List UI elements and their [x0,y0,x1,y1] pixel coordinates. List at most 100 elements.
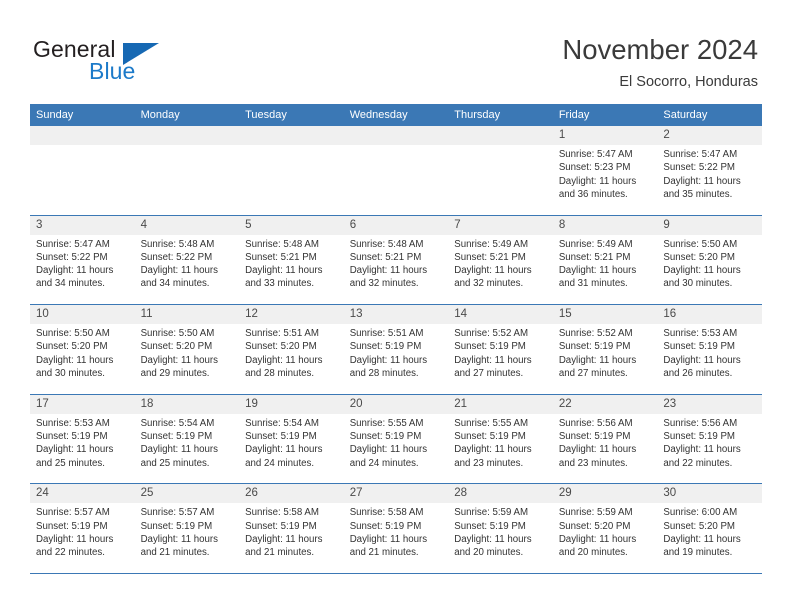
weekday-header-friday: Friday [558,109,590,121]
sunset-time: Sunset: 5:19 PM [245,431,317,443]
day-details: Sunrise: 5:47 AM Sunset: 5:22 PM Daylight:… [30,235,135,291]
calendar-day-cell[interactable]: 9 Sunrise: 5:50 AM Sunset: 5:20 PM Daylight… [657,215,762,305]
calendar-day-cell[interactable]: 7 Sunrise: 5:49 AM Sunset: 5:21 PM Daylight… [448,215,553,305]
daylight-duration-line2: and 33 minutes. [245,278,315,290]
sunrise-time: Sunrise: 5:48 AM [349,238,424,250]
calendar-week-row: 24 Sunrise: 5:57 AM Sunset: 5:19 PM Dayligh… [30,484,762,574]
sunrise-time: Sunrise: 5:52 AM [454,328,529,340]
day-details: Sunrise: 5:53 AM Sunset: 5:19 PM Daylight:… [657,324,762,380]
day-number: 15 [552,305,658,325]
day-number: 1 [552,126,658,145]
day-details: Sunrise: 5:59 AM Sunset: 5:20 PM Daylight:… [553,503,658,559]
sunset-time: Sunset: 5:22 PM [140,251,213,263]
day-number: 8 [552,215,658,235]
calendar-day-cell[interactable]: 16 Sunrise: 5:53 AM Sunset: 5:19 PM Dayligh… [657,305,762,394]
general-blue-logo[interactable]: General Blue [33,36,223,88]
calendar-day-cell[interactable]: 20 Sunrise: 5:55 AM Sunset: 5:19 PM Dayligh… [343,394,449,484]
day-details: Sunrise: 5:51 AM Sunset: 5:20 PM Daylight:… [239,324,344,380]
day-number: 19 [239,394,344,414]
calendar-grid: Sunday Monday Tuesday Wednesday Thursday… [30,104,762,574]
day-number: 14 [448,305,553,325]
daylight-duration-line2: and 20 minutes. [454,547,524,559]
calendar-day-cell[interactable]: 11 Sunrise: 5:50 AM Sunset: 5:20 PM Dayligh… [134,305,240,394]
sunset-time: Sunset: 5:19 PM [454,431,526,443]
calendar-day-cell[interactable]: 24 Sunrise: 5:57 AM Sunset: 5:19 PM Dayligh… [30,484,135,573]
calendar-day-cell[interactable]: 4 Sunrise: 5:48 AM Sunset: 5:22 PM Daylight… [134,215,240,305]
daylight-duration-line2: and 27 minutes. [454,368,524,380]
daylight-duration-line1: Daylight: 11 hours [140,354,218,366]
calendar-weeks: 1 Sunrise: 5:47 AM Sunset: 5:23 PM Daylight… [30,126,762,574]
day-number [448,126,553,145]
sunset-time: Sunset: 5:22 PM [663,162,735,174]
calendar-day-cell[interactable]: 28 Sunrise: 5:59 AM Sunset: 5:19 PM Dayligh… [448,484,553,573]
day-number [30,126,135,145]
sunrise-time: Sunrise: 5:59 AM [454,507,529,519]
day-number: 4 [134,215,240,235]
daylight-duration-line1: Daylight: 11 hours [349,444,428,456]
daylight-duration-line2: and 21 minutes. [245,547,315,559]
calendar-day-cell[interactable]: 8 Sunrise: 5:49 AM Sunset: 5:21 PM Daylight… [552,215,658,305]
daylight-duration-line2: and 27 minutes. [558,368,628,380]
calendar-day-cell[interactable]: 3 Sunrise: 5:47 AM Sunset: 5:22 PM Daylight… [30,215,135,305]
day-number: 16 [657,305,762,325]
day-number: 13 [343,305,449,325]
title-block: November 2024 El Socorro, Honduras [562,33,758,91]
calendar-day-cell[interactable]: 30 Sunrise: 6:00 AM Sunset: 5:20 PM Dayligh… [657,484,762,573]
calendar-day-cell-empty [448,126,553,215]
sunset-time: Sunset: 5:19 PM [454,520,526,532]
page-banner: General Blue November 2024 El Socorro, H… [0,0,792,104]
calendar-day-cell[interactable]: 22 Sunrise: 5:56 AM Sunset: 5:19 PM Dayligh… [552,394,658,484]
calendar-day-cell[interactable]: 25 Sunrise: 5:57 AM Sunset: 5:19 PM Dayligh… [134,484,240,573]
calendar-day-cell[interactable]: 21 Sunrise: 5:55 AM Sunset: 5:19 PM Dayligh… [448,394,553,484]
calendar-day-cell[interactable]: 14 Sunrise: 5:52 AM Sunset: 5:19 PM Dayligh… [448,305,553,394]
calendar-day-cell[interactable]: 27 Sunrise: 5:58 AM Sunset: 5:19 PM Dayligh… [343,484,449,573]
daylight-duration-line1: Daylight: 11 hours [663,444,741,456]
daylight-duration-line1: Daylight: 11 hours [245,265,323,277]
day-number: 30 [657,484,762,504]
sunset-time: Sunset: 5:20 PM [558,520,631,532]
daylight-duration-line1: Daylight: 11 hours [36,265,114,277]
sunrise-time: Sunrise: 5:56 AM [558,417,633,429]
daylight-duration-line2: and 32 minutes. [349,278,419,290]
daylight-duration-line1: Daylight: 11 hours [245,444,323,456]
sunrise-time: Sunrise: 5:48 AM [245,238,319,250]
weekday-header-wednesday: Wednesday [349,109,408,121]
sunset-time: Sunset: 5:22 PM [36,251,108,263]
calendar-day-cell[interactable]: 29 Sunrise: 5:59 AM Sunset: 5:20 PM Dayligh… [552,484,658,573]
sunset-time: Sunset: 5:19 PM [349,431,422,443]
daylight-duration-line2: and 35 minutes. [663,188,733,200]
calendar-day-cell[interactable]: 6 Sunrise: 5:48 AM Sunset: 5:21 PM Daylight… [343,215,449,305]
daylight-duration-line1: Daylight: 11 hours [454,444,532,456]
calendar-day-cell[interactable]: 1 Sunrise: 5:47 AM Sunset: 5:23 PM Daylight… [552,126,658,215]
calendar-day-cell[interactable]: 13 Sunrise: 5:51 AM Sunset: 5:19 PM Dayligh… [343,305,449,394]
calendar-day-cell[interactable]: 10 Sunrise: 5:50 AM Sunset: 5:20 PM Dayligh… [30,305,135,394]
day-number: 28 [448,484,553,504]
day-details: Sunrise: 5:51 AM Sunset: 5:19 PM Daylight:… [344,324,449,380]
daylight-duration-line1: Daylight: 11 hours [454,265,532,277]
day-number: 29 [552,484,658,504]
day-details: Sunrise: 5:50 AM Sunset: 5:20 PM Daylight:… [657,235,762,291]
day-number: 20 [343,394,449,414]
calendar-day-cell[interactable]: 17 Sunrise: 5:53 AM Sunset: 5:19 PM Dayligh… [30,394,135,484]
sunrise-time: Sunrise: 5:50 AM [140,328,215,340]
daylight-duration-line1: Daylight: 11 hours [558,265,637,277]
calendar-day-cell[interactable]: 5 Sunrise: 5:48 AM Sunset: 5:21 PM Daylight… [239,215,344,305]
daylight-duration-line1: Daylight: 11 hours [558,354,637,366]
weekday-header-saturday: Saturday [663,109,708,121]
sunrise-time: Sunrise: 5:53 AM [36,417,110,429]
calendar-week-row: 3 Sunrise: 5:47 AM Sunset: 5:22 PM Daylight… [30,215,762,306]
calendar-day-cell[interactable]: 19 Sunrise: 5:54 AM Sunset: 5:19 PM Dayligh… [239,394,344,484]
calendar-day-cell[interactable]: 15 Sunrise: 5:52 AM Sunset: 5:19 PM Dayligh… [552,305,658,394]
calendar-day-cell[interactable]: 23 Sunrise: 5:56 AM Sunset: 5:19 PM Dayligh… [657,394,762,484]
sunrise-time: Sunrise: 5:57 AM [36,507,110,519]
day-details: Sunrise: 5:48 AM Sunset: 5:22 PM Daylight:… [135,235,240,291]
daylight-duration-line1: Daylight: 11 hours [349,265,428,277]
daylight-duration-line1: Daylight: 11 hours [663,354,741,366]
weekday-header-row: Sunday Monday Tuesday Wednesday Thursday… [30,104,762,126]
calendar-day-cell[interactable]: 12 Sunrise: 5:51 AM Sunset: 5:20 PM Dayligh… [239,305,344,394]
weekday-header-tuesday: Tuesday [245,109,287,121]
day-number [134,126,240,145]
calendar-day-cell[interactable]: 2 Sunrise: 5:47 AM Sunset: 5:22 PM Daylight… [657,126,762,215]
calendar-day-cell[interactable]: 18 Sunrise: 5:54 AM Sunset: 5:19 PM Dayligh… [134,394,240,484]
calendar-day-cell[interactable]: 26 Sunrise: 5:58 AM Sunset: 5:19 PM Dayligh… [239,484,344,573]
